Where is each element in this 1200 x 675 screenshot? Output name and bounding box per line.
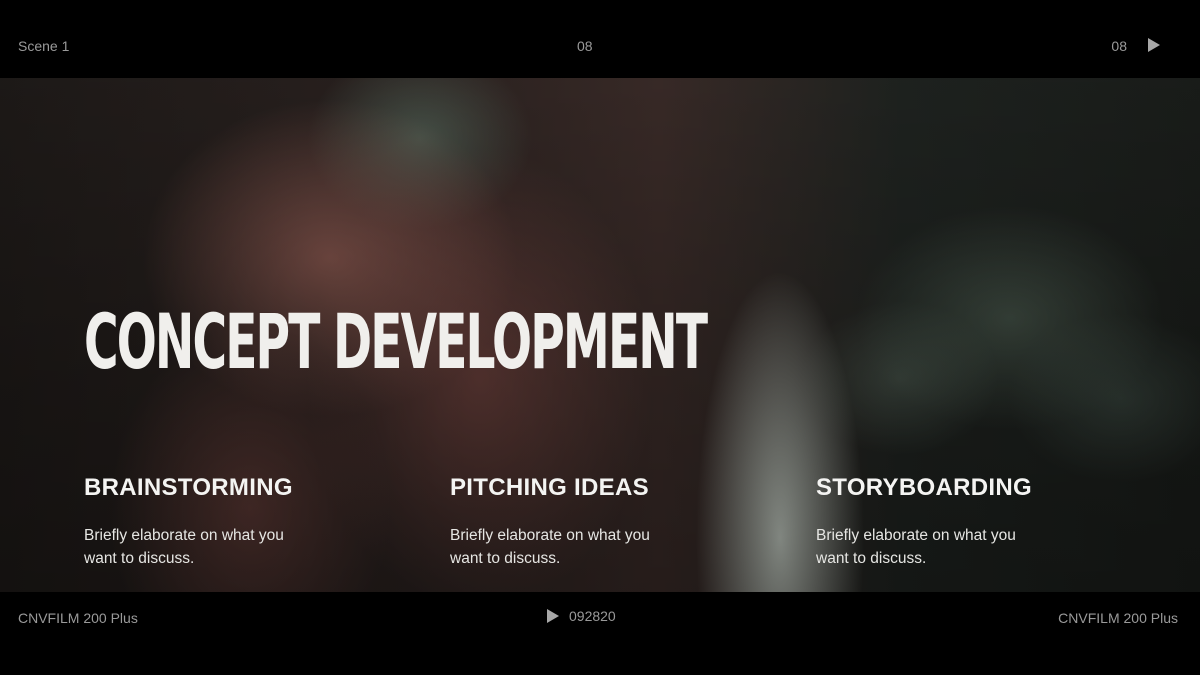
column-heading: PITCHING IDEAS xyxy=(450,474,649,501)
column-heading: BRAINSTORMING xyxy=(84,474,293,501)
film-label-right: CNVFILM 200 Plus xyxy=(1058,610,1178,626)
scene-label: Scene 1 xyxy=(18,38,70,54)
play-icon[interactable] xyxy=(547,609,559,623)
column-body: Briefly elaborate on what you want to di… xyxy=(816,527,1016,567)
column-pitching-ideas: PITCHING IDEAS Briefly elaborate on what… xyxy=(450,474,730,570)
slide-title: CONCEPT DEVELOPMENT xyxy=(84,297,708,386)
top-film-bar: Scene 1 08 08 xyxy=(0,0,1200,78)
column-heading: STORYBOARDING xyxy=(816,474,1032,501)
slide: Scene 1 08 08 CONCEPT DEVELOPMENT BRAINS… xyxy=(0,0,1200,675)
bottom-film-bar: CNVFILM 200 Plus 092820 CNVFILM 200 Plus xyxy=(0,592,1200,675)
top-center-number: 08 xyxy=(577,38,593,54)
column-brainstorming: BRAINSTORMING Briefly elaborate on what … xyxy=(84,474,364,570)
frame-number: 092820 xyxy=(569,608,616,624)
top-right-number: 08 xyxy=(1111,38,1127,54)
column-storyboarding: STORYBOARDING Briefly elaborate on what … xyxy=(816,474,1096,570)
column-body: Briefly elaborate on what you want to di… xyxy=(84,527,284,567)
film-label-left: CNVFILM 200 Plus xyxy=(18,610,138,626)
play-icon[interactable] xyxy=(1148,38,1160,55)
column-body: Briefly elaborate on what you want to di… xyxy=(450,527,650,567)
frame-counter: 092820 xyxy=(547,608,616,624)
